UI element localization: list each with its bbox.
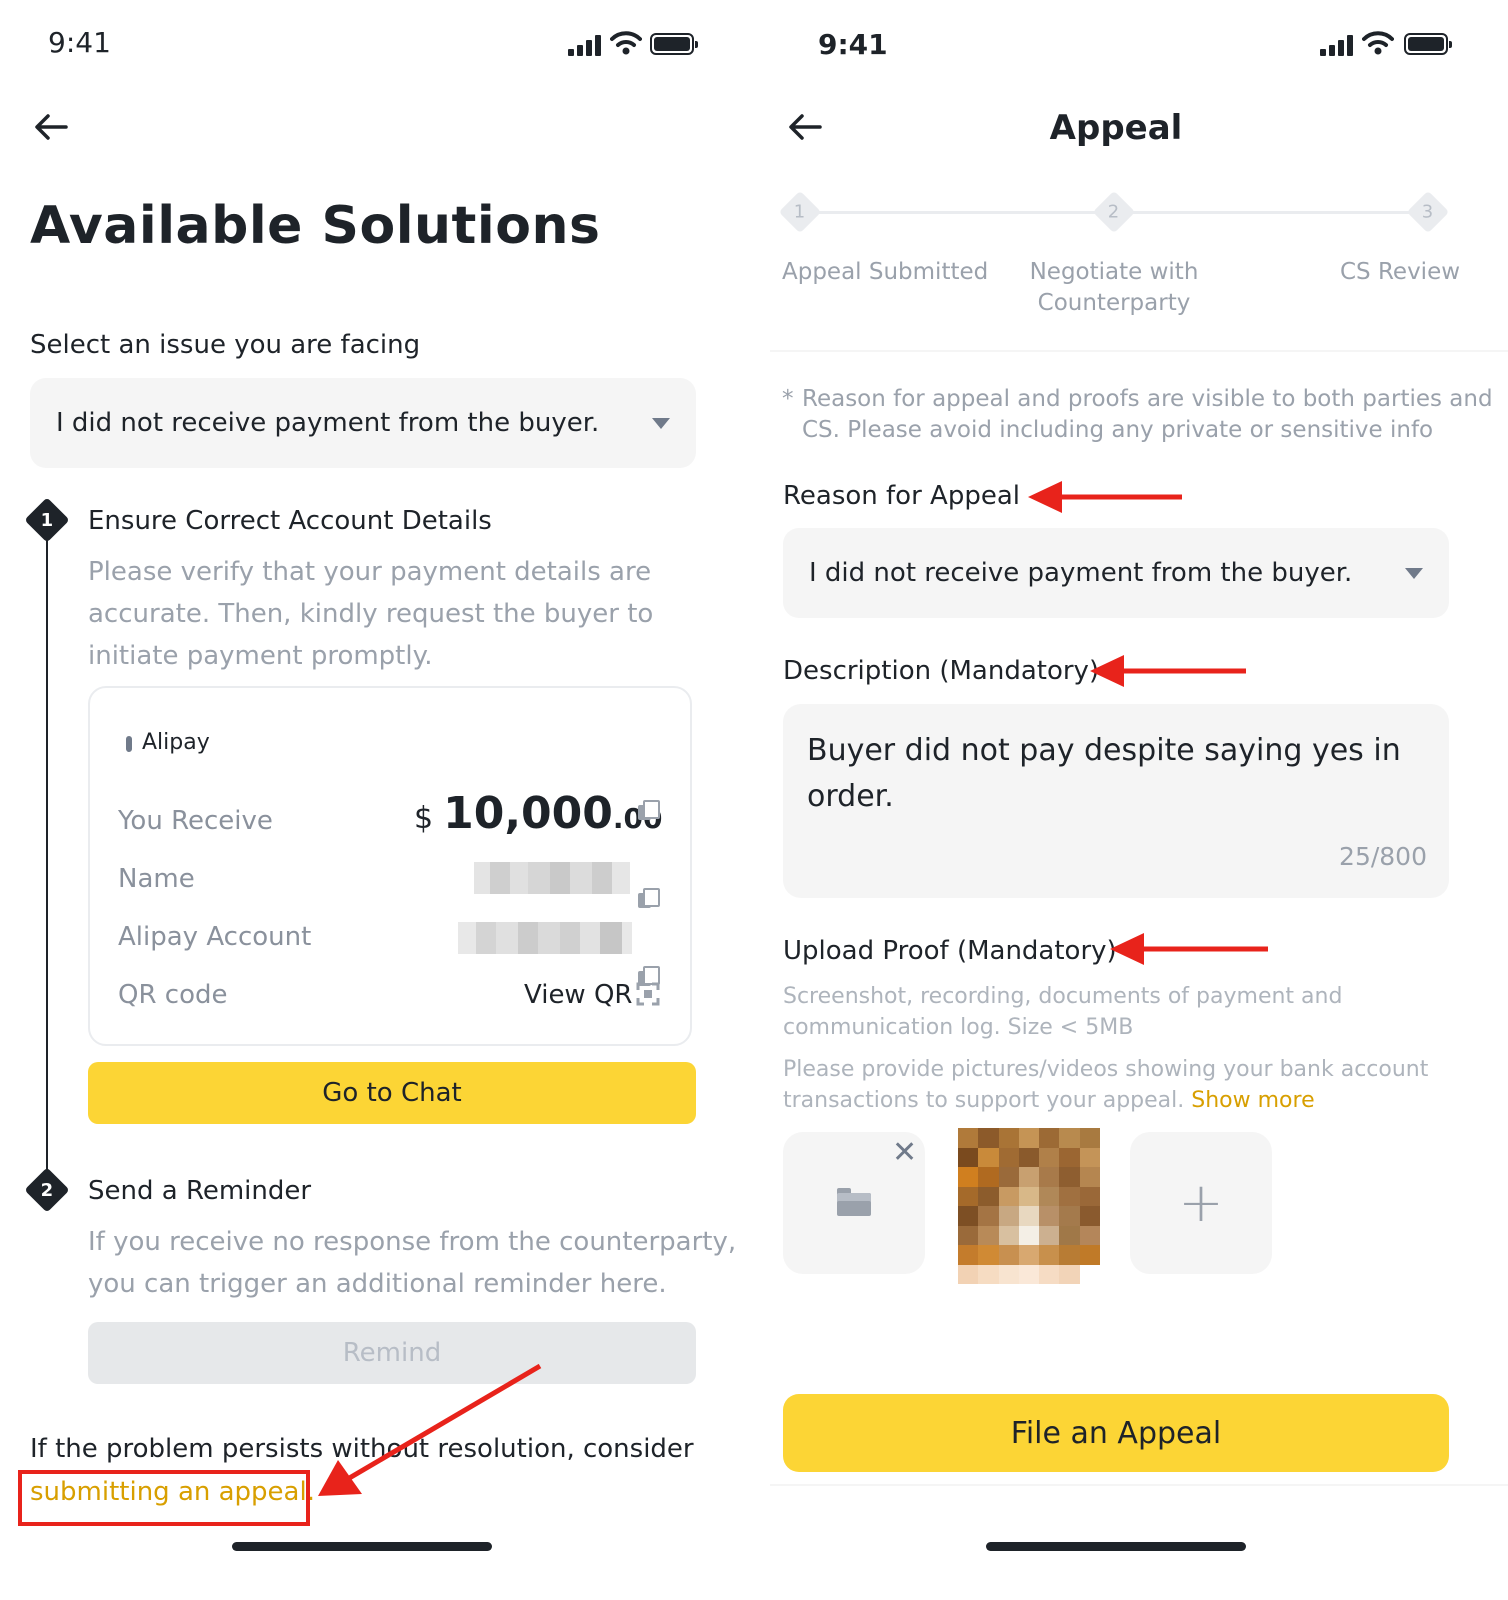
issue-select-label: Select an issue you are facing (30, 330, 421, 360)
step-2-title: Send a Reminder (88, 1176, 312, 1206)
name-label: Name (118, 864, 195, 894)
reason-select-dropdown[interactable]: I did not receive payment from the buyer… (783, 528, 1449, 618)
dropdown-caret-icon (652, 417, 670, 429)
progress-step-2-marker: 2 (1092, 190, 1136, 234)
step-1-description: Please verify that your payment details … (88, 557, 654, 671)
file-appeal-button[interactable]: File an Appeal (783, 1394, 1449, 1472)
description-label: Description (Mandatory) (783, 656, 1100, 686)
description-textarea[interactable]: Buyer did not pay despite saying yes in … (783, 704, 1449, 898)
battery-icon (650, 33, 698, 55)
step-1-title: Ensure Correct Account Details (88, 506, 492, 536)
status-time: 9:41 (818, 28, 888, 61)
home-indicator (232, 1542, 492, 1551)
step-2-description: If you receive no response from the coun… (88, 1227, 737, 1299)
progress-step-1-marker: 1 (778, 190, 822, 234)
footer-divider (770, 1484, 1508, 1486)
page-title: Appeal (1049, 108, 1183, 148)
step-2-marker: 2 (24, 1167, 70, 1213)
issue-select-dropdown[interactable]: I did not receive payment from the buyer… (30, 378, 696, 468)
payment-method-name: Alipay (142, 730, 210, 755)
progress-step-2-label: Negotiate with Counterparty (1029, 259, 1199, 316)
battery-icon (1404, 33, 1452, 55)
appeal-screen: 9:41 Appeal 1 2 3 Appeal Submitted Negot… (770, 0, 1508, 1600)
go-to-chat-button[interactable]: Go to Chat (88, 1062, 696, 1124)
wifi-icon (610, 31, 642, 55)
progress-step-1-label: Appeal Submitted (782, 259, 989, 285)
description-text: Buyer did not pay despite saying yes in … (807, 733, 1401, 814)
wifi-icon (1362, 31, 1394, 55)
step-1-marker: 1 (24, 497, 70, 543)
payment-details-card: Alipay You Receive $ 10,000 .00 Name Ali… (88, 686, 692, 1046)
dropdown-caret-icon (1405, 567, 1423, 579)
copy-name-icon[interactable] (638, 888, 660, 908)
progress-step-3-marker: 3 (1406, 190, 1450, 234)
receive-amount: $ 10,000 .00 (414, 788, 663, 839)
remove-file-icon[interactable]: ✕ (892, 1138, 917, 1168)
qr-code-label: QR code (118, 980, 228, 1010)
reason-selected-text: I did not receive payment from the buyer… (809, 558, 1353, 588)
home-indicator (986, 1542, 1246, 1551)
cellular-signal-icon (568, 34, 601, 56)
view-qr-link[interactable]: View QR (524, 980, 633, 1010)
annotation-arrow-icon (1028, 481, 1182, 513)
appeal-link-highlight-box (18, 1470, 310, 1526)
selected-issue-text: I did not receive payment from the buyer… (56, 408, 600, 438)
privacy-note: Reason for appeal and proofs are visible… (802, 386, 1493, 443)
show-more-link[interactable]: Show more (1191, 1088, 1314, 1113)
upload-hint: Screenshot, recording, documents of paym… (783, 984, 1343, 1040)
add-proof-button[interactable]: + (1130, 1132, 1272, 1274)
header-divider (770, 350, 1508, 352)
back-arrow-icon[interactable] (34, 114, 68, 140)
alipay-account-label: Alipay Account (118, 922, 312, 952)
plus-icon: + (1178, 1171, 1224, 1234)
upload-proof-label: Upload Proof (Mandatory) (783, 936, 1117, 966)
note-asterisk: * (782, 386, 794, 412)
available-solutions-screen: 9:41 Available Solutions Select an issue… (0, 0, 740, 1600)
annotation-arrow-icon (1110, 933, 1268, 965)
annotation-arrow-icon (318, 1363, 542, 1496)
upload-tip: Please provide pictures/videos showing y… (783, 1057, 1429, 1113)
folder-icon (837, 1188, 871, 1216)
copy-amount-icon[interactable] (638, 800, 660, 820)
name-value-redacted (474, 862, 630, 894)
steps-timeline-line (46, 520, 48, 1190)
progress-step-3-label: CS Review (1340, 259, 1461, 285)
cellular-signal-icon (1320, 34, 1353, 56)
uploaded-image-thumbnail-pixelated[interactable] (958, 1128, 1100, 1284)
description-char-counter: 25/800 (1339, 842, 1427, 871)
payment-method-indicator (126, 736, 132, 752)
alipay-account-value-redacted (458, 922, 632, 954)
status-time: 9:41 (48, 26, 111, 59)
annotation-arrow-icon (1090, 655, 1246, 687)
reason-for-appeal-label: Reason for Appeal (783, 481, 1020, 511)
qr-scan-icon[interactable] (636, 982, 660, 1006)
you-receive-label: You Receive (118, 806, 273, 836)
page-title: Available Solutions (30, 196, 601, 256)
